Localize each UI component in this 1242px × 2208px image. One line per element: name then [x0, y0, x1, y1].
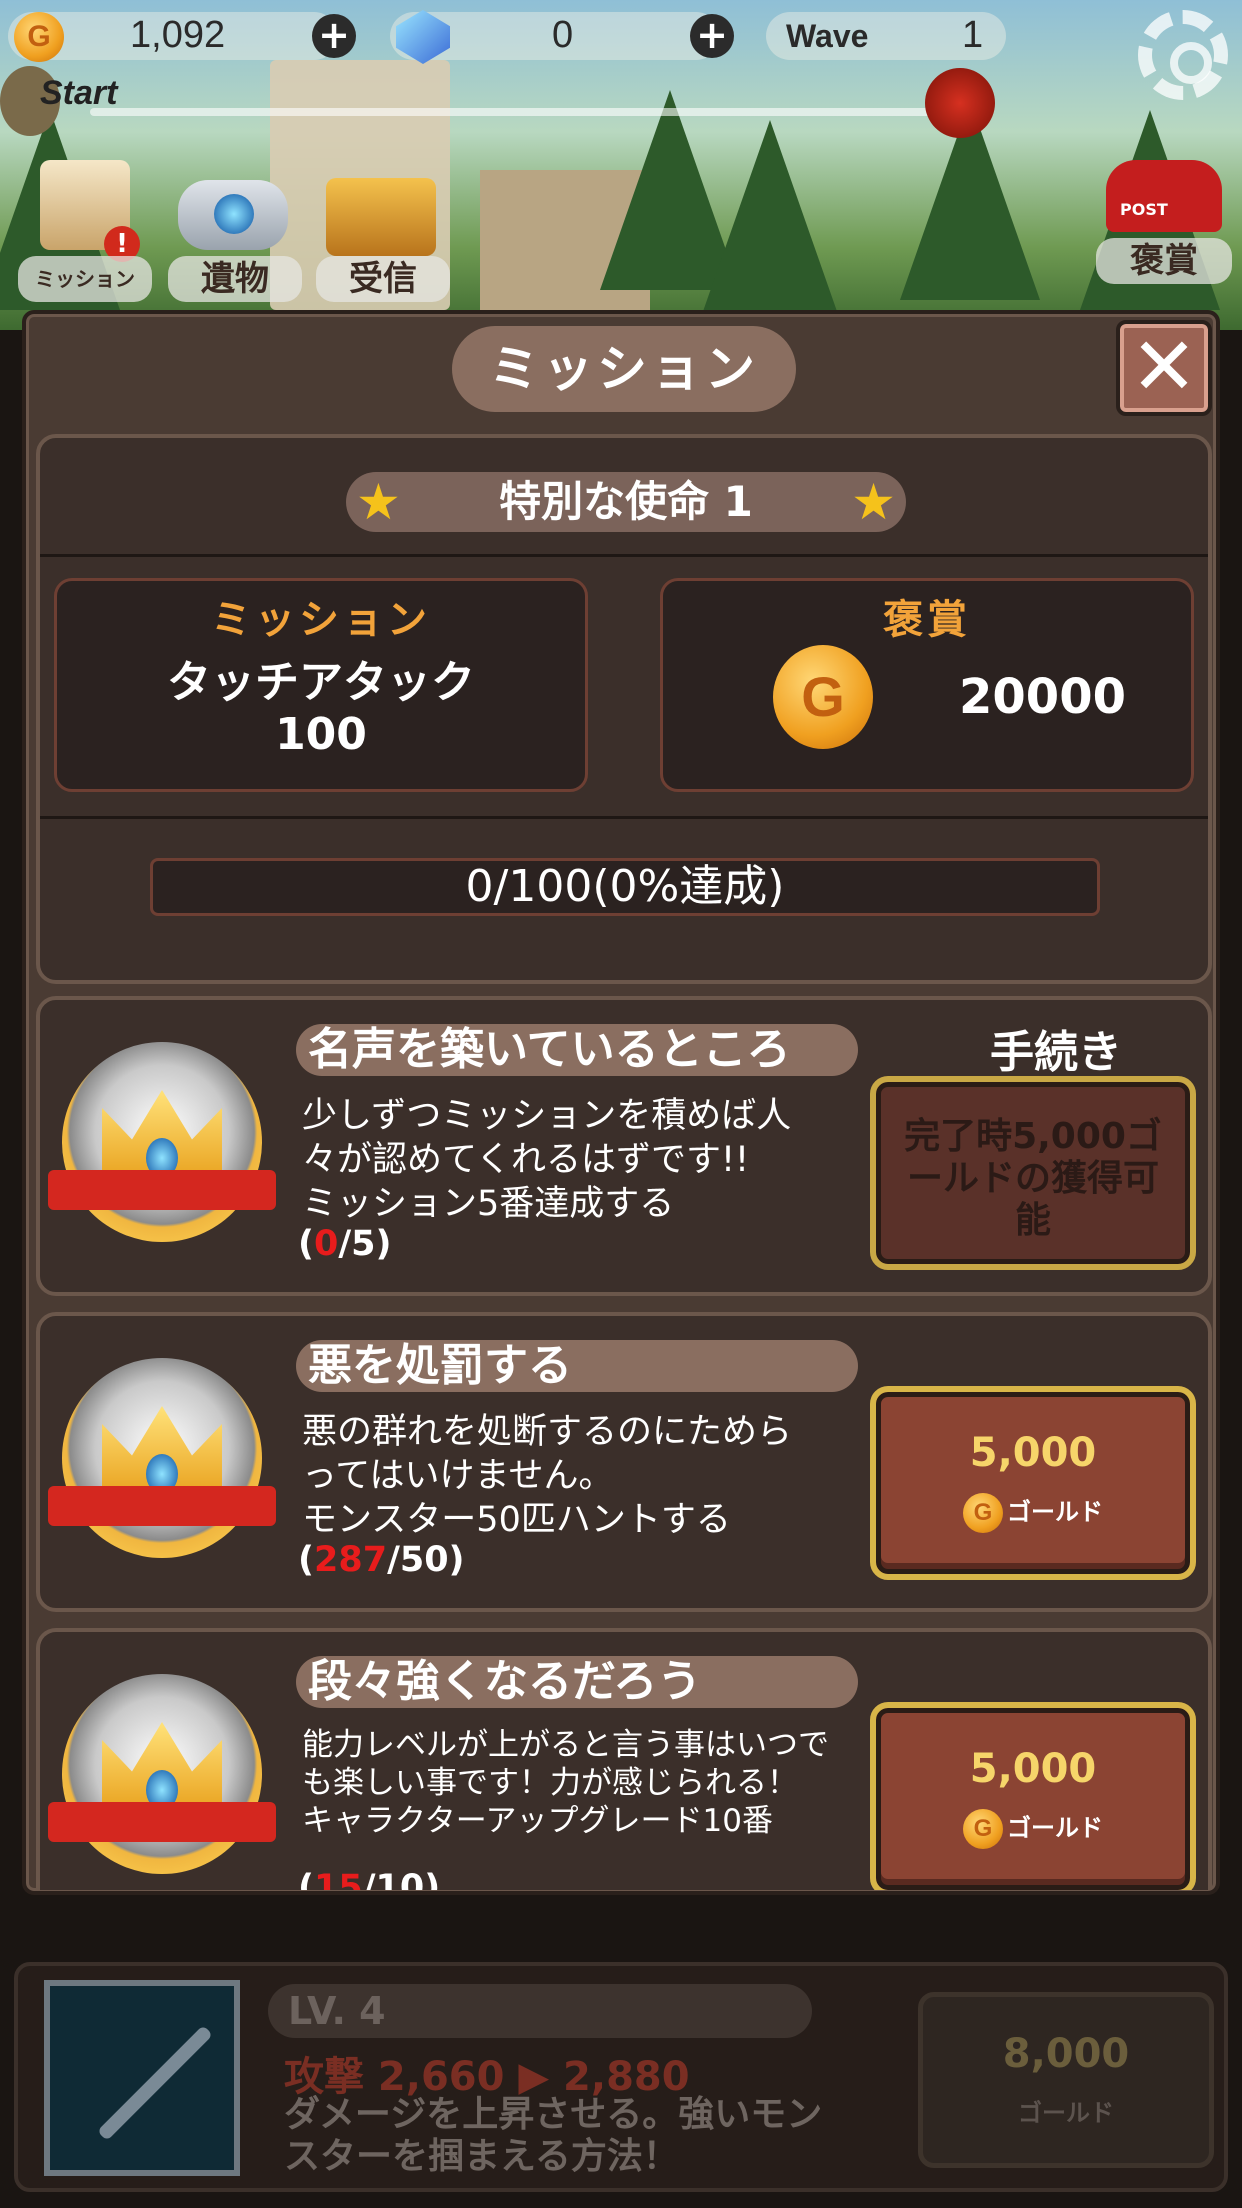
star-icon: ★	[851, 473, 896, 531]
pending-reward-button[interactable]: 完了時5,000ゴ ールドの獲得可 能	[870, 1076, 1196, 1270]
mission-description-line: モンスター50匹ハントする	[302, 1500, 731, 1540]
upgrade-description: ダメージを上昇させる。強いモン スターを掴まえる方法！	[284, 2094, 884, 2178]
mission-title: 名声を築いているところ	[296, 1024, 858, 1076]
mission-item: 名声を築いているところ 少しずつミッションを積めば人 々が認めてくれるはずです!…	[36, 996, 1212, 1296]
count-paren: (	[298, 1224, 314, 1264]
inbox-menu-button[interactable]: 受信	[316, 256, 450, 302]
claim-reward-button[interactable]: 5,000 G ゴールド	[870, 1702, 1196, 1890]
upgrade-description-line: ダメージを上昇させる。強いモン	[284, 2094, 823, 2135]
dagger-weapon-icon	[44, 1980, 240, 2176]
upgrade-description-line: スターを掴まえる方法！	[284, 2136, 679, 2177]
gold-coin-icon: G	[773, 645, 873, 749]
mission-description-line: 少しずつミッションを積めば人	[302, 1096, 792, 1136]
reward-amount: 5,000	[969, 1430, 1097, 1476]
mission-title: 段々強くなるだろう	[296, 1656, 858, 1708]
count-current: 287	[314, 1540, 388, 1580]
count-current: 0	[314, 1224, 339, 1264]
special-mission-header: ★ 特別な使命 1 ★	[346, 472, 906, 532]
special-mission-progress: 0/100(0%達成)	[150, 858, 1100, 916]
mission-modal: ミッション ✕ ★ 特別な使命 1 ★ ミッション タッチアタック 100 褒賞…	[22, 310, 1220, 1895]
claim-reward-button[interactable]: 5,000 G ゴールド	[870, 1386, 1196, 1580]
mission-description-line: 悪の群れを処断するのにためら	[302, 1412, 793, 1452]
divider	[40, 816, 1208, 819]
reward-card-label: 褒賞	[883, 597, 971, 643]
mission-menu-button[interactable]: ミッション	[18, 256, 152, 302]
modal-title: ミッション	[452, 326, 796, 412]
gold-coin-icon: G	[14, 12, 64, 62]
reward-card-value: 20000	[959, 669, 1126, 725]
mission-title: 悪を処罰する	[296, 1340, 858, 1392]
reward-unit: G ゴールド	[876, 1492, 1190, 1533]
crown-medal-icon	[48, 1042, 276, 1242]
add-gems-button[interactable]: +	[690, 14, 734, 58]
mission-card-body: タッチアタック 100	[57, 657, 585, 761]
upgrade-cost: 8,000	[1002, 2031, 1130, 2077]
settings-gear-icon[interactable]	[1138, 10, 1228, 100]
mission-card-label: ミッション	[211, 597, 431, 643]
upgrade-panel: LV. 4 攻撃 2,660 ▶ 2,880 ダメージを上昇させる。強いモン ス…	[14, 1962, 1228, 2192]
reward-menu-button[interactable]: 褒賞	[1096, 238, 1232, 284]
mission-item: 段々強くなるだろう 能力レベルが上がると言う事はいつで も楽しい事です！力が感じ…	[36, 1628, 1212, 1890]
pending-reward-line: 能	[1014, 1200, 1051, 1241]
mission-card-text: タッチアタック	[167, 657, 475, 708]
mission-description-line: キャラクターアップグレード10番	[302, 1803, 773, 1839]
mission-progress-count: (15/10)	[298, 1868, 440, 1890]
count-total: /50)	[387, 1540, 465, 1580]
gold-coin-icon: G	[963, 1809, 1003, 1849]
post-mailbox-icon[interactable]	[1106, 160, 1222, 232]
divider	[40, 554, 1208, 557]
relics-menu-button[interactable]: 遺物	[168, 256, 302, 302]
crown-medal-icon	[48, 1358, 276, 1558]
reward-unit-label: ゴールド	[1007, 1498, 1103, 1526]
mission-description-line: ミッション5番達成する	[302, 1184, 675, 1224]
wave-progress-track	[90, 108, 970, 116]
count-paren: (	[298, 1540, 314, 1580]
mission-description-line: 能力レベルが上がると言う事はいつで	[302, 1727, 829, 1763]
gold-amount: 1,092	[130, 14, 226, 56]
count-total: /10)	[362, 1868, 441, 1890]
weapon-level: LV. 4	[268, 1984, 812, 2038]
special-mission-title: 特別な使命 1	[499, 477, 753, 526]
count-total: /5)	[338, 1224, 392, 1264]
wave-label: Wave	[786, 18, 869, 54]
close-button[interactable]: ✕	[1116, 320, 1212, 416]
mission-description-line: も楽しい事です！力が感じられる！	[302, 1765, 798, 1801]
special-mission-card: ミッション タッチアタック 100	[54, 578, 588, 792]
gem-amount: 0	[552, 14, 574, 56]
tree-decoration	[700, 120, 840, 320]
count-paren: (	[298, 1868, 314, 1890]
wave-number: 1	[962, 14, 984, 56]
gold-coin-icon: G	[963, 1493, 1003, 1533]
mission-progress-count: (0/5)	[298, 1224, 392, 1264]
upgrade-buy-button[interactable]: 8,000 ゴールド	[918, 1992, 1214, 2168]
add-gold-button[interactable]: +	[312, 14, 356, 58]
post-label: POST	[1120, 200, 1168, 219]
mission-card-value: 100	[275, 709, 367, 760]
special-mission-panel: ★ 特別な使命 1 ★ ミッション タッチアタック 100 褒賞 G 20000…	[36, 434, 1212, 984]
crown-medal-icon	[48, 1674, 276, 1874]
mission-item: 悪を処罰する 悪の群れを処断するのにためら ってはいけません。 モンスター50匹…	[36, 1312, 1212, 1612]
reward-amount: 5,000	[969, 1746, 1097, 1792]
mission-description-line: 々が認めてくれるはずです!!	[302, 1140, 750, 1180]
relic-gem-icon	[214, 194, 254, 234]
mission-progress-count: (287/50)	[298, 1540, 465, 1580]
star-icon: ★	[356, 473, 401, 531]
mission-description: 能力レベルが上がると言う事はいつで も楽しい事です！力が感じられる！ キャラクタ…	[302, 1726, 902, 1840]
boss-devil-icon	[925, 68, 995, 138]
pending-reward-line: ールドの獲得可	[906, 1158, 1159, 1199]
mission-description: 悪の群れを処断するのにためら ってはいけません。 モンスター50匹ハントする	[302, 1410, 902, 1542]
special-reward-card: 褒賞 G 20000	[660, 578, 1194, 792]
inbox-chest-icon[interactable]	[326, 178, 436, 256]
mission-description-line: ってはいけません。	[302, 1456, 614, 1496]
upgrade-cost-unit: ゴールド	[1018, 2099, 1114, 2127]
count-current: 15	[314, 1868, 363, 1890]
reward-unit: G ゴールド	[876, 1808, 1190, 1849]
mission-description: 少しずつミッションを積めば人 々が認めてくれるはずです!! ミッション5番達成す…	[302, 1094, 902, 1226]
reward-unit-label: ゴールド	[1007, 1814, 1103, 1842]
procedure-label: 手続き	[990, 1027, 1122, 1078]
pending-reward-line: 完了時5,000ゴ	[904, 1116, 1162, 1157]
